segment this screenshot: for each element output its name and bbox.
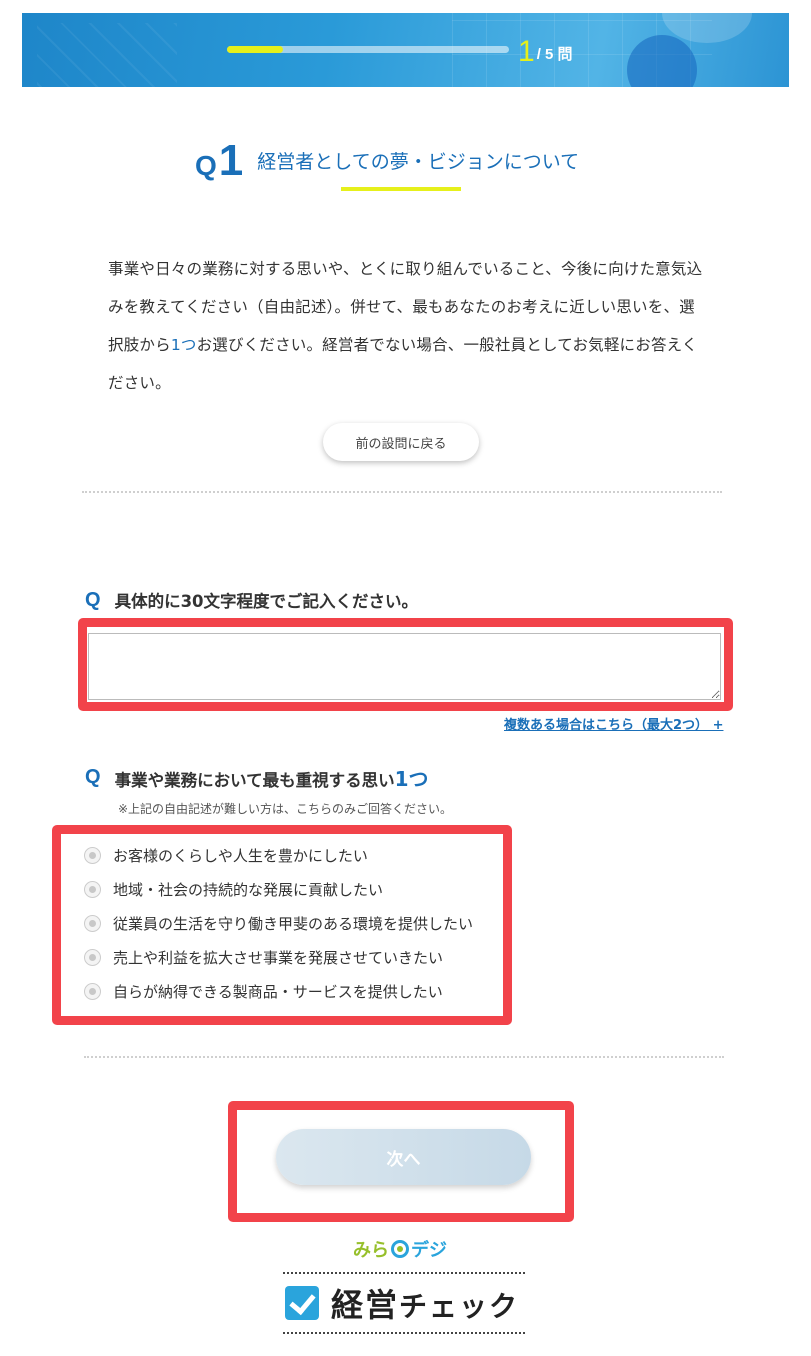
choice-option[interactable]: 自らが納得できる製商品・サービスを提供したい <box>84 974 473 1008</box>
next-button[interactable]: 次へ <box>276 1129 531 1185</box>
progress-current: 1 <box>518 35 535 68</box>
free-text-field[interactable] <box>88 633 721 700</box>
choice-option-label: 自らが納得できる製商品・サービスを提供したい <box>113 982 443 1001</box>
choice-label-text: 事業や業務において最も重視する思い <box>114 771 395 790</box>
choice-option[interactable]: 従業員の生活を守り働き甲斐のある環境を提供したい <box>84 906 473 940</box>
title-underline <box>341 187 461 191</box>
choice-note: ※上記の自由記述が難しい方は、こちらのみご回答ください。 <box>118 802 453 816</box>
question-intro: 事業や日々の業務に対する思いや、とくに取り組んでいること、今後に向けた意気込みを… <box>108 250 708 402</box>
choice-option[interactable]: 売上や利益を拡大させ事業を発展させていきたい <box>84 940 473 974</box>
progress-bar-fill <box>227 46 284 53</box>
progress-total: / 5 問 <box>536 46 573 63</box>
radio-button[interactable] <box>84 948 101 966</box>
brand-text: みら <box>353 1240 389 1260</box>
header-decoration <box>37 23 177 87</box>
progress-bar <box>227 46 509 53</box>
question-title-text: 経営者としての夢・ビジョンについて <box>257 151 580 173</box>
choice-question: Q 事業や業務において最も重視する思い1つ <box>85 763 429 792</box>
add-more-link[interactable]: 複数ある場合はこちら（最大2つ） + <box>504 714 723 733</box>
question-mark: Q <box>85 588 101 611</box>
intro-text: お選びください。経営者でない場合、一般社員としてお気軽にお答えください。 <box>108 336 698 392</box>
logo-text-part: 経営 <box>331 1286 400 1324</box>
question-prefix: Q <box>195 150 217 181</box>
choice-option-label: 従業員の生活を守り働き甲斐のある環境を提供したい <box>113 914 474 933</box>
choice-option[interactable]: 地域・社会の持続的な発展に貢献したい <box>84 872 473 906</box>
choice-label-accent: 1つ <box>394 767 429 791</box>
question-mark: Q <box>85 766 101 788</box>
choice-option[interactable]: お客様のくらしや人生を豊かにしたい <box>84 838 473 872</box>
radio-button[interactable] <box>84 846 101 864</box>
free-text-question: Q 具体的に30文字程度でご記入ください。 <box>85 588 418 612</box>
service-logo: 経営チェック <box>283 1272 525 1334</box>
question-number: 1 <box>218 136 244 185</box>
free-text-label: 具体的に30文字程度でご記入ください。 <box>114 592 419 611</box>
question-title: Q 1 経営者としての夢・ビジョンについて <box>195 130 580 185</box>
intro-accent: 1つ <box>170 336 197 354</box>
progress-label: 1/ 5 問 <box>518 35 573 69</box>
choice-label: 事業や業務において最も重視する思い1つ <box>115 763 429 792</box>
radio-button[interactable] <box>84 914 101 932</box>
logo-text-part: チェック <box>399 1290 520 1323</box>
radio-button[interactable] <box>84 880 101 898</box>
choice-options: お客様のくらしや人生を豊かにしたい 地域・社会の持続的な発展に貢献したい 従業員… <box>84 838 473 1008</box>
choice-option-label: 地域・社会の持続的な発展に貢献したい <box>113 880 384 899</box>
brand-circle-icon <box>391 1240 409 1258</box>
brand-text: デジ <box>411 1240 447 1260</box>
progress-header: 1/ 5 問 <box>22 13 789 87</box>
divider <box>84 1056 724 1058</box>
free-text-field-wrapper <box>88 633 721 700</box>
checkbox-logo-icon <box>285 1286 319 1320</box>
radio-button[interactable] <box>84 982 101 1000</box>
choice-option-label: 売上や利益を拡大させ事業を発展させていきたい <box>113 948 444 967</box>
brand-logo: みら デジ <box>353 1236 447 1262</box>
back-to-previous-button[interactable]: 前の設問に戻る <box>323 423 479 461</box>
choice-option-label: お客様のくらしや人生を豊かにしたい <box>113 846 368 865</box>
divider <box>82 491 722 493</box>
service-logo-text: 経営チェック <box>331 1280 519 1326</box>
